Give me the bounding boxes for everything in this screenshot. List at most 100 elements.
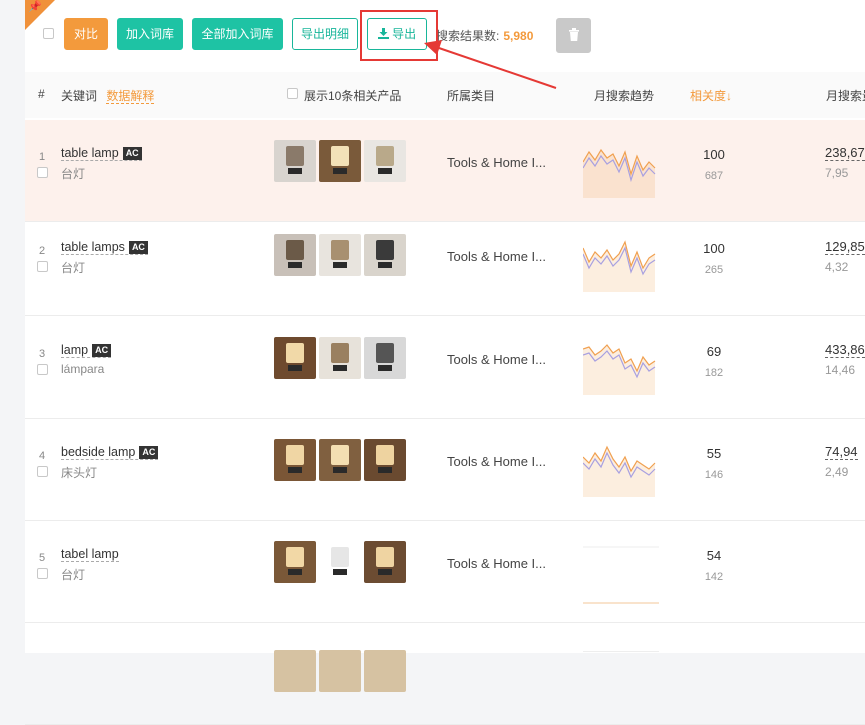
trend-sparkline[interactable] [583, 651, 659, 652]
keyword-link[interactable]: table lamps AC [61, 240, 148, 255]
category-text[interactable]: Tools & Home I... [447, 556, 546, 571]
keyword-link[interactable]: lamp AC [61, 343, 112, 358]
product-thumbnail[interactable] [364, 234, 406, 276]
search-volume-sub: 4,32 [825, 260, 849, 274]
row-checkbox[interactable] [37, 568, 48, 579]
compare-button[interactable]: 对比 [64, 18, 108, 50]
category-text[interactable]: Tools & Home I... [447, 249, 546, 264]
show-products-checkbox[interactable] [287, 88, 298, 99]
product-thumbnail[interactable] [319, 439, 361, 481]
search-volume-cell: 238,67 7,95 [825, 145, 865, 180]
search-volume[interactable]: 238,67 [825, 145, 865, 161]
keyword-link[interactable]: table lamp AC [61, 146, 142, 161]
product-thumbnail[interactable] [364, 650, 406, 692]
keyword-help-link[interactable]: 数据解释 [106, 89, 155, 104]
row-checkbox[interactable] [37, 167, 48, 178]
search-volume[interactable]: 74,94 [825, 444, 858, 460]
result-count-text: 搜索结果数: 5,980 [436, 27, 533, 44]
product-thumbnail[interactable] [319, 234, 361, 276]
relevance-cell: 100 687 [687, 147, 741, 182]
export-details-button[interactable]: 导出明细 [292, 18, 358, 50]
trend-sparkline[interactable] [582, 144, 659, 198]
keyword-link[interactable]: bedside lamp AC [61, 445, 159, 460]
table-row[interactable]: 2 table lamps AC 台灯 Tools & Home I... 100… [25, 214, 865, 316]
search-volume-sub: 2,49 [825, 465, 849, 479]
search-volume[interactable]: 433,86 [825, 342, 865, 358]
trend-sparkline[interactable] [582, 238, 659, 292]
relevance-score: 55 [706, 446, 722, 461]
relevance-sub: 142 [704, 571, 724, 583]
search-volume-cell: 129,85 4,32 [825, 239, 865, 274]
product-thumbnail[interactable] [274, 337, 316, 379]
table-row[interactable]: 5 tabel lamp 台灯 Tools & Home I... 54 142 [25, 521, 865, 623]
trend-sparkline[interactable] [582, 443, 659, 497]
relevance-score: 100 [703, 147, 725, 162]
relevance-cell: 54 142 [687, 548, 741, 583]
keyword-translation: 台灯 [61, 568, 86, 582]
product-thumbnail[interactable] [319, 650, 361, 692]
product-thumbnail[interactable] [274, 650, 316, 692]
delete-button[interactable] [556, 18, 591, 53]
search-volume-cell: 74,94 2,49 [825, 444, 858, 479]
add-to-library-button[interactable]: 加入词库 [117, 18, 183, 50]
export-highlight-box [360, 10, 438, 61]
product-thumbnail[interactable] [364, 140, 406, 182]
trend-sparkline[interactable] [583, 545, 659, 604]
search-volume-sub: 7,95 [825, 166, 849, 180]
keyword-text: table lamp [61, 146, 119, 160]
product-thumbnail[interactable] [364, 439, 406, 481]
pushpin-icon[interactable]: 📌 [28, 2, 42, 13]
table-row[interactable]: 4 bedside lamp AC 床头灯 Tools & Home I... 5… [25, 419, 865, 521]
table-row[interactable]: 1 table lamp AC 台灯 Tools & Home I... 100 … [25, 120, 865, 222]
category-text[interactable]: Tools & Home I... [447, 155, 546, 170]
relevance-score: 54 [706, 548, 722, 563]
row-index: 4 [39, 450, 46, 462]
table-row[interactable]: 3 lamp AC lámpara Tools & Home I... 69 18… [25, 317, 865, 419]
relevance-sub: 182 [704, 367, 724, 379]
product-thumbnail[interactable] [274, 234, 316, 276]
trash-icon [568, 22, 580, 52]
relevance-sub: 687 [704, 170, 724, 182]
ac-badge: AC [92, 344, 112, 357]
header-keyword-label: 关键词 [61, 89, 98, 103]
category-text[interactable]: Tools & Home I... [447, 352, 546, 367]
product-thumbnail[interactable] [319, 140, 361, 182]
relevance-score: 69 [706, 344, 722, 359]
ac-badge: AC [122, 147, 142, 160]
category-text[interactable]: Tools & Home I... [447, 454, 546, 469]
product-thumbnail[interactable] [364, 337, 406, 379]
header-show-products[interactable]: 展示10条相关产品 [304, 87, 401, 104]
keyword-translation: 台灯 [61, 261, 86, 275]
row-index: 1 [39, 151, 46, 163]
header-relevance-sort[interactable]: 相关度↓ [690, 87, 732, 104]
product-thumbnail[interactable] [274, 439, 316, 481]
row-checkbox[interactable] [37, 261, 48, 272]
product-thumbnail[interactable] [319, 541, 361, 583]
row-index: 3 [39, 348, 46, 360]
keyword-link[interactable]: tabel lamp [61, 547, 119, 562]
search-volume-sub: 14,46 [825, 363, 856, 377]
result-count: 5,980 [503, 29, 534, 43]
search-volume-cell: 433,86 14,46 [825, 342, 865, 377]
search-volume[interactable]: 129,85 [825, 239, 865, 255]
row-checkbox[interactable] [37, 364, 48, 375]
add-all-to-library-button[interactable]: 全部加入词库 [192, 18, 283, 50]
keyword-text: tabel lamp [61, 547, 119, 561]
product-thumbnail[interactable] [319, 337, 361, 379]
product-thumbnail[interactable] [274, 541, 316, 583]
keyword-text: bedside lamp [61, 445, 136, 459]
product-thumbnail[interactable] [274, 140, 316, 182]
header-category: 所属类目 [447, 89, 496, 103]
ac-badge: AC [139, 446, 159, 459]
relevance-cell: 55 146 [687, 446, 741, 481]
table-row[interactable] [25, 623, 865, 725]
ac-badge: AC [128, 241, 148, 254]
relevance-sub: 146 [704, 469, 724, 481]
relevance-cell: 100 265 [687, 241, 741, 276]
row-index: 5 [39, 552, 46, 564]
keyword-text: lamp [61, 343, 89, 357]
header-monthly-search[interactable]: 月搜索量 [826, 87, 865, 104]
row-checkbox[interactable] [37, 466, 48, 477]
product-thumbnail[interactable] [364, 541, 406, 583]
trend-sparkline[interactable] [582, 341, 659, 395]
